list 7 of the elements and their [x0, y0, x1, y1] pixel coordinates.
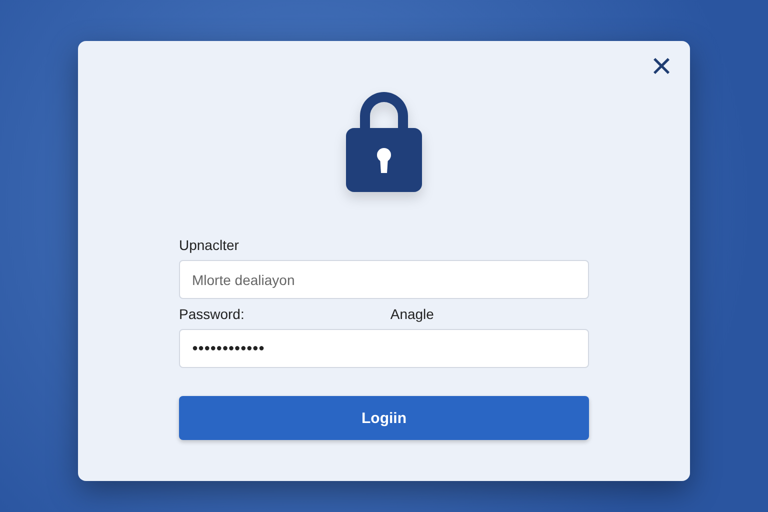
username-field[interactable]: Mlorte dealiayon	[179, 260, 589, 299]
password-field[interactable]: ●●●●●●●●●●●●	[179, 329, 589, 368]
close-button[interactable]: ×	[650, 51, 672, 81]
login-button[interactable]: Logiin	[179, 396, 589, 440]
password-label: Password:	[179, 305, 244, 323]
field-label: Anagle	[390, 305, 434, 323]
username-label: Upnaclter	[179, 236, 240, 254]
